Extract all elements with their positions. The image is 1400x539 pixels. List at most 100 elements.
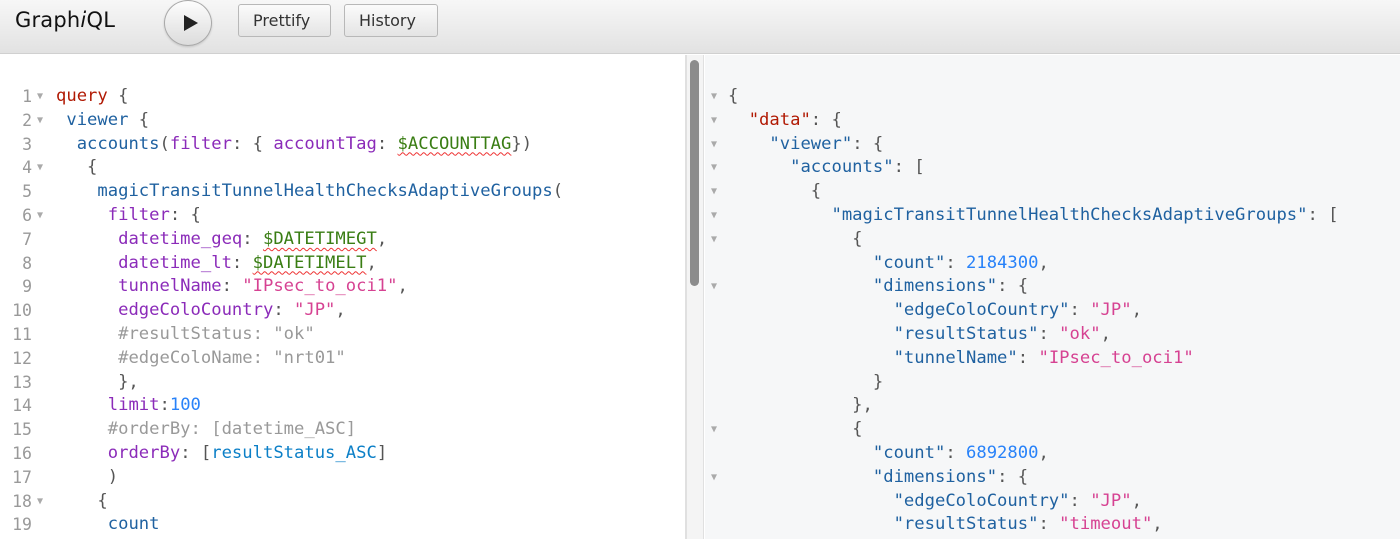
result-line-text: "edgeColoCountry": "JP", bbox=[728, 490, 1142, 514]
line-number: 15 bbox=[12, 420, 32, 440]
token-str: "IPsec_to_oci1" bbox=[242, 276, 398, 297]
code-line[interactable]: 13 }, bbox=[0, 371, 685, 395]
result-line-text: } bbox=[728, 371, 883, 395]
result-line-text: }, bbox=[728, 394, 873, 418]
code-line[interactable]: 5 magicTransitTunnelHealthChecksAdaptive… bbox=[0, 180, 685, 204]
query-editor-scrollbar[interactable] bbox=[690, 60, 699, 286]
token-var: $ACCOUNTTAG bbox=[397, 133, 512, 154]
fold-arrow-icon[interactable]: ▼ bbox=[37, 156, 43, 180]
code-line[interactable]: 2 ▼ viewer { bbox=[0, 109, 685, 133]
token-punc: , bbox=[1131, 300, 1142, 321]
token-punc bbox=[56, 443, 108, 463]
code-line[interactable]: 1 ▼ query { bbox=[0, 85, 685, 109]
line-number: 3 bbox=[22, 134, 32, 154]
token-punc: : [ bbox=[893, 157, 925, 178]
code-line[interactable]: 19 count bbox=[0, 513, 685, 537]
result-line: "count": 6892800, bbox=[705, 442, 1400, 466]
result-line: "tunnelName": "IPsec_to_oci1" bbox=[705, 347, 1400, 371]
history-button[interactable]: History bbox=[344, 4, 438, 37]
fold-arrow-icon[interactable]: ▼ bbox=[711, 466, 717, 490]
token-key: "dimensions" bbox=[872, 466, 998, 487]
token-punc: { bbox=[728, 419, 863, 440]
code-line[interactable]: 3 accounts(filter: { accountTag: $ACCOUN… bbox=[0, 133, 685, 157]
result-line-text: "viewer": { bbox=[728, 133, 883, 157]
token-punc bbox=[728, 467, 873, 487]
fold-arrow-icon[interactable]: ▼ bbox=[711, 180, 717, 204]
code-line[interactable]: 8 datetime_lt: $DATETIMELT, bbox=[0, 252, 685, 276]
result-line-text: "magicTransitTunnelHealthChecksAdaptiveG… bbox=[728, 204, 1338, 228]
fold-arrow-icon[interactable]: ▼ bbox=[711, 275, 717, 299]
line-number: 4 bbox=[22, 158, 32, 178]
token-attr: orderBy bbox=[107, 442, 181, 463]
token-punc: : { bbox=[997, 466, 1029, 487]
app-title: GraphiQL bbox=[15, 8, 115, 32]
token-punc: , bbox=[335, 300, 346, 321]
query-editor[interactable]: 1 ▼ query {2 ▼ viewer {3 accounts(filter: {… bbox=[0, 55, 686, 539]
fold-arrow-icon[interactable]: ▼ bbox=[37, 490, 43, 514]
token-key: "edgeColoCountry" bbox=[893, 490, 1070, 511]
token-punc bbox=[56, 253, 118, 273]
token-punc bbox=[728, 514, 894, 534]
fold-arrow-icon[interactable]: ▼ bbox=[37, 109, 43, 133]
token-key: "dimensions" bbox=[872, 276, 998, 297]
token-punc: : bbox=[1038, 323, 1060, 344]
token-dkey: "data" bbox=[748, 109, 811, 130]
fold-arrow-icon[interactable]: ▼ bbox=[711, 85, 717, 109]
code-line[interactable]: 15 #orderBy: [datetime_ASC] bbox=[0, 418, 685, 442]
token-punc: { bbox=[56, 490, 108, 511]
line-text: #resultStatus: "ok" bbox=[56, 323, 315, 347]
token-str: "JP" bbox=[1090, 490, 1132, 511]
token-punc bbox=[56, 229, 118, 249]
code-line[interactable]: 16 orderBy: [resultStatus_ASC] bbox=[0, 442, 685, 466]
code-line[interactable]: 4 ▼ { bbox=[0, 156, 685, 180]
line-number: 6 bbox=[22, 205, 32, 225]
result-line: "edgeColoCountry": "JP", bbox=[705, 490, 1400, 514]
token-str: "JP" bbox=[294, 300, 336, 321]
token-punc: ] bbox=[376, 442, 388, 463]
code-line[interactable]: 10 edgeColoCountry: "JP", bbox=[0, 299, 685, 323]
fold-arrow-icon[interactable]: ▼ bbox=[711, 109, 717, 133]
code-line[interactable]: 17 ) bbox=[0, 466, 685, 490]
fold-arrow-icon[interactable]: ▼ bbox=[711, 133, 717, 157]
token-kw: query bbox=[56, 86, 108, 106]
code-line[interactable]: 11 #resultStatus: "ok" bbox=[0, 323, 685, 347]
token-cmt: #edgeColoName: "nrt01" bbox=[118, 347, 346, 368]
token-punc: , bbox=[1100, 323, 1111, 344]
token-str: "IPsec_to_oci1" bbox=[1038, 347, 1194, 368]
token-punc bbox=[728, 324, 894, 344]
token-punc bbox=[728, 205, 831, 225]
token-punc bbox=[56, 419, 108, 439]
code-line[interactable]: 9 tunnelName: "IPsec_to_oci1", bbox=[0, 275, 685, 299]
token-punc: : bbox=[1069, 300, 1091, 321]
query-code[interactable]: 1 ▼ query {2 ▼ viewer {3 accounts(filter: {… bbox=[0, 85, 685, 539]
result-line: "resultStatus": "timeout", bbox=[705, 513, 1400, 537]
line-text: ) bbox=[56, 466, 118, 490]
fold-arrow-icon[interactable]: ▼ bbox=[37, 204, 43, 228]
fold-arrow-icon[interactable]: ▼ bbox=[711, 204, 717, 228]
token-punc bbox=[728, 491, 894, 511]
token-var: $DATETIMELT bbox=[252, 252, 367, 273]
execute-query-button[interactable] bbox=[164, 0, 212, 46]
token-punc: ) bbox=[56, 466, 119, 487]
line-text: filter: { bbox=[56, 204, 201, 228]
fold-arrow-icon[interactable]: ▼ bbox=[711, 228, 717, 252]
prettify-button[interactable]: Prettify bbox=[238, 4, 331, 37]
code-line[interactable]: 18 ▼ { bbox=[0, 490, 685, 514]
fold-arrow-icon[interactable]: ▼ bbox=[711, 418, 717, 442]
code-line[interactable]: 12 #edgeColoName: "nrt01" bbox=[0, 347, 685, 371]
fold-arrow-icon[interactable]: ▼ bbox=[37, 85, 43, 109]
line-text: { bbox=[56, 156, 97, 180]
token-def: count bbox=[107, 514, 160, 535]
code-line[interactable]: 14 limit:100 bbox=[0, 394, 685, 418]
fold-arrow-icon[interactable]: ▼ bbox=[711, 156, 717, 180]
result-line-text: "edgeColoCountry": "JP", bbox=[728, 299, 1142, 323]
token-attr: accountTag bbox=[273, 133, 377, 154]
code-line[interactable]: 6 ▼ filter: { bbox=[0, 204, 685, 228]
line-text: }, bbox=[56, 371, 139, 395]
line-text: accounts(filter: { accountTag: $ACCOUNTT… bbox=[56, 133, 532, 157]
token-str: "JP" bbox=[1090, 300, 1132, 321]
token-punc: , bbox=[1038, 252, 1049, 273]
token-punc: : bbox=[221, 276, 243, 297]
code-line[interactable]: 7 datetime_geq: $DATETIMEGT, bbox=[0, 228, 685, 252]
token-punc bbox=[56, 205, 108, 225]
